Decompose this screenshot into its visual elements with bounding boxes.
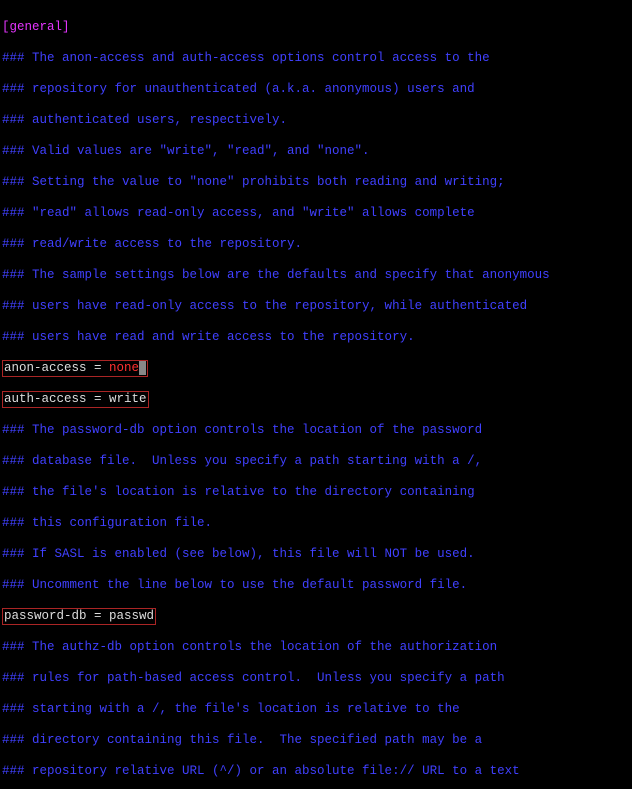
comment-line: ### Setting the value to "none" prohibit…	[2, 175, 630, 191]
comment-line: ### Uncomment the line below to use the …	[2, 578, 630, 594]
setting-anon-access: anon-access = none	[2, 361, 630, 377]
terminal-editor[interactable]: [general] ### The anon-access and auth-a…	[0, 0, 632, 789]
comment-line: ### starting with a /, the file's locati…	[2, 702, 630, 718]
comment-line: ### users have read-only access to the r…	[2, 299, 630, 315]
comment-line: ### repository for unauthenticated (a.k.…	[2, 82, 630, 98]
section-header: [general]	[2, 20, 630, 36]
comment-line: ### users have read and write access to …	[2, 330, 630, 346]
comment-line: ### "read" allows read-only access, and …	[2, 206, 630, 222]
comment-line: ### rules for path-based access control.…	[2, 671, 630, 687]
comment-line: ### The sample settings below are the de…	[2, 268, 630, 284]
setting-auth-access: auth-access = write	[2, 392, 630, 408]
comment-line: ### Valid values are "write", "read", an…	[2, 144, 630, 160]
comment-line: ### authenticated users, respectively.	[2, 113, 630, 129]
comment-line: ### directory containing this file. The …	[2, 733, 630, 749]
comment-line: ### the file's location is relative to t…	[2, 485, 630, 501]
comment-line: ### repository relative URL (^/) or an a…	[2, 764, 630, 780]
comment-line: ### The password-db option controls the …	[2, 423, 630, 439]
setting-key: anon-access =	[4, 361, 109, 375]
setting-row: auth-access = write	[2, 391, 149, 409]
setting-value: none	[109, 361, 139, 375]
comment-line: ### database file. Unless you specify a …	[2, 454, 630, 470]
setting-row: password-db = passwd	[2, 608, 156, 626]
cursor-icon	[139, 361, 146, 375]
setting-password-db: password-db = passwd	[2, 609, 630, 625]
comment-line: ### read/write access to the repository.	[2, 237, 630, 253]
comment-line: ### this configuration file.	[2, 516, 630, 532]
comment-line: ### If SASL is enabled (see below), this…	[2, 547, 630, 563]
comment-line: ### The anon-access and auth-access opti…	[2, 51, 630, 67]
comment-line: ### The authz-db option controls the loc…	[2, 640, 630, 656]
